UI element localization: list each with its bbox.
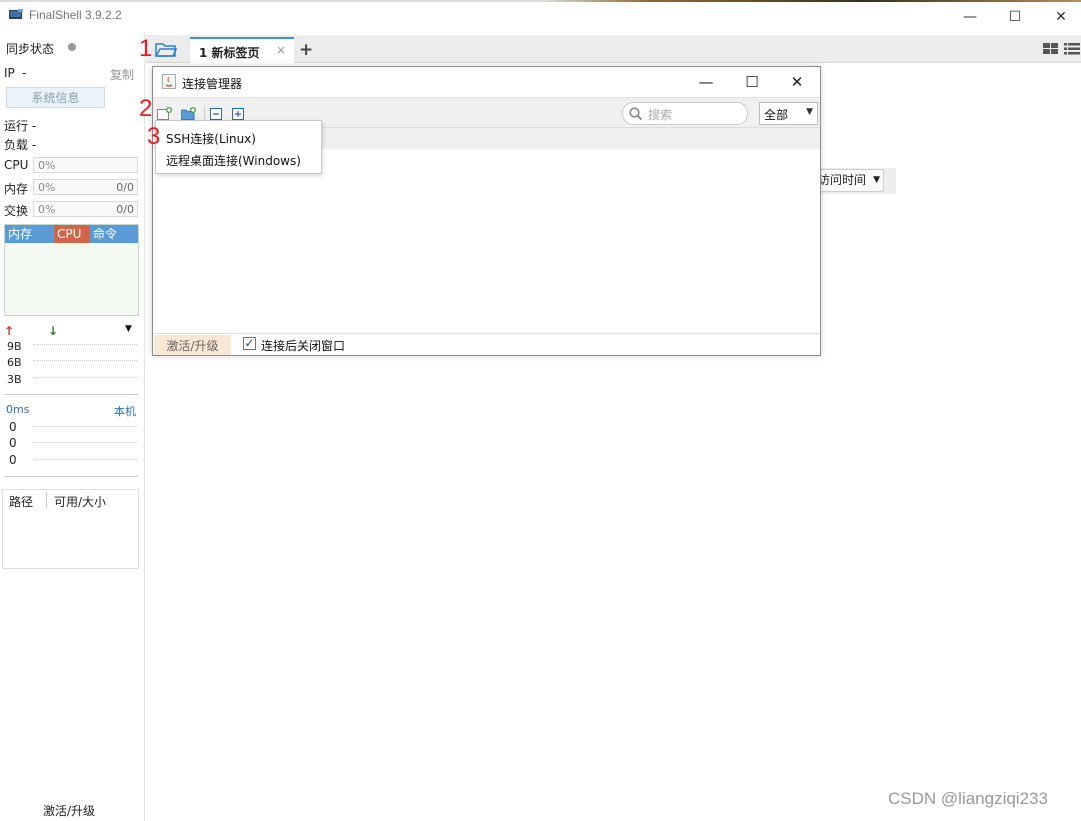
swap-value: 0% (38, 203, 56, 216)
network-interface-dropdown-icon[interactable]: ▼ (125, 324, 132, 334)
latency-value: 0 (9, 436, 17, 450)
dialog-titlebar[interactable]: 连接管理器 — ☐ ✕ (153, 67, 820, 97)
sidebar: 同步状态 IP - 复制 系统信息 运行 - 负载 - CPU 0% 内存 0%… (0, 32, 145, 821)
sync-status-dot-icon (68, 43, 76, 51)
divider (4, 394, 138, 395)
net-gridline (33, 377, 137, 378)
mem-label: 内存 (4, 182, 29, 196)
latency-gridline (33, 442, 137, 443)
watermark: CSDN @liangziqi233 (888, 789, 1048, 808)
layout-toggle-icons[interactable] (1043, 42, 1081, 56)
disk-header-path: 路径 (9, 495, 34, 509)
net-scale-label: 9B (7, 340, 22, 353)
close-after-connect-checkbox[interactable]: ✓ (243, 337, 256, 350)
annotation-number: 1 (139, 35, 153, 62)
chevron-down-icon: ▼ (806, 107, 813, 117)
expand-all-icon[interactable] (231, 107, 246, 120)
swap-meter: 0% 0/0 (33, 201, 138, 217)
swap-total: 0/0 (116, 203, 134, 216)
latency-gridline (33, 459, 137, 460)
tab-close-icon[interactable]: × (276, 43, 286, 57)
mem-value: 0% (38, 181, 56, 194)
add-tab-button[interactable]: + (299, 40, 313, 60)
latency-value: 0 (9, 453, 17, 467)
column-divider (46, 492, 47, 508)
latency-label: 0ms (6, 403, 30, 416)
new-connection-popup-menu: SSH连接(Linux) 远程桌面连接(Windows) (155, 120, 322, 174)
menu-item-rdp-windows[interactable]: 远程桌面连接(Windows) (166, 152, 301, 169)
disk-header-size: 可用/大小 (54, 495, 107, 509)
minimize-button[interactable]: — (947, 2, 993, 32)
sidebar-activate-link[interactable]: 激活/升级 (43, 802, 95, 819)
dialog-footer: 激活/升级 ✓ 连接后关闭窗口 (153, 333, 820, 355)
dialog-close-button[interactable]: ✕ (774, 67, 820, 97)
search-icon (629, 107, 643, 121)
mem-total: 0/0 (116, 181, 134, 194)
grid-view-icon (1043, 43, 1058, 54)
process-panel: 内存 CPU 命令 (4, 224, 139, 316)
filter-select-value: 全部 (764, 108, 789, 122)
chevron-down-icon: ▼ (873, 175, 880, 185)
load-label: 负载 - (4, 138, 37, 152)
process-tab-memory[interactable]: 内存 (5, 225, 54, 243)
new-connection-icon[interactable] (157, 107, 172, 120)
connection-list[interactable] (153, 149, 820, 333)
close-after-connect-label: 连接后关闭窗口 (261, 339, 346, 353)
process-tab-header: 内存 CPU 命令 (5, 225, 138, 243)
latency-value: 0 (9, 420, 17, 434)
finalshell-app-icon (9, 9, 23, 19)
dialog-minimize-button[interactable]: — (683, 67, 729, 97)
window-titlebar[interactable] (0, 2, 1081, 32)
dialog-activate-button[interactable]: 激活/升级 (154, 335, 231, 355)
menu-item-ssh-linux[interactable]: SSH连接(Linux) (166, 130, 256, 147)
annotation-number: 2 (139, 95, 153, 122)
swap-label: 交换 (4, 204, 29, 218)
upload-arrow-icon: ↑ (4, 324, 15, 338)
cpu-label: CPU (4, 158, 29, 172)
dialog-maximize-button[interactable]: ☐ (729, 67, 775, 97)
process-tab-cpu[interactable]: CPU (54, 225, 90, 243)
net-scale-label: 6B (7, 356, 22, 369)
tab-label: 1 新标签页 (199, 46, 260, 60)
connection-manager-dialog: 连接管理器 — ☐ ✕ 搜索 全部 ▼ 激活/升级 ✓ 连接后关闭窗口 (152, 66, 821, 356)
net-gridline (33, 344, 137, 345)
filter-select[interactable]: 全部 ▼ (759, 102, 818, 125)
cpu-value: 0% (38, 159, 56, 172)
net-gridline (33, 360, 137, 361)
new-folder-icon[interactable] (181, 107, 196, 120)
latency-target[interactable]: 本机 (114, 403, 136, 419)
collapse-all-icon[interactable] (209, 107, 224, 120)
window-title: FinalShell 3.9.2.2 (29, 8, 122, 22)
uptime-label: 运行 - (4, 119, 37, 133)
ip-value: - (22, 66, 27, 80)
cpu-meter: 0% (33, 157, 138, 173)
ip-label: IP (4, 66, 15, 80)
close-button[interactable]: ✕ (1038, 2, 1081, 32)
mem-meter: 0% 0/0 (33, 179, 138, 195)
process-tab-command[interactable]: 命令 (90, 225, 138, 243)
java-app-icon (162, 74, 176, 89)
sort-dropdown-container: 访问时间 ▼ (812, 168, 896, 194)
open-folder-icon[interactable] (155, 41, 177, 58)
search-field[interactable]: 搜索 (622, 102, 748, 125)
tab-new-tab[interactable]: 1 新标签页 × (190, 37, 294, 64)
maximize-button[interactable]: ☐ (992, 2, 1038, 32)
divider (4, 476, 138, 477)
dialog-title: 连接管理器 (182, 77, 243, 91)
disk-table: 路径 可用/大小 (2, 489, 139, 569)
download-arrow-icon: ↓ (48, 324, 59, 338)
sort-dropdown-value: 访问时间 (818, 173, 867, 187)
sync-status-label: 同步状态 (6, 42, 55, 56)
latency-gridline (33, 426, 137, 427)
copy-ip-button[interactable]: 复制 (110, 66, 134, 83)
list-view-icon (1064, 43, 1080, 55)
system-info-button[interactable]: 系统信息 (6, 87, 105, 108)
sort-dropdown[interactable]: 访问时间 ▼ (812, 169, 884, 192)
search-placeholder: 搜索 (648, 108, 673, 122)
annotation-number: 3 (147, 123, 161, 150)
net-scale-label: 3B (7, 373, 22, 386)
